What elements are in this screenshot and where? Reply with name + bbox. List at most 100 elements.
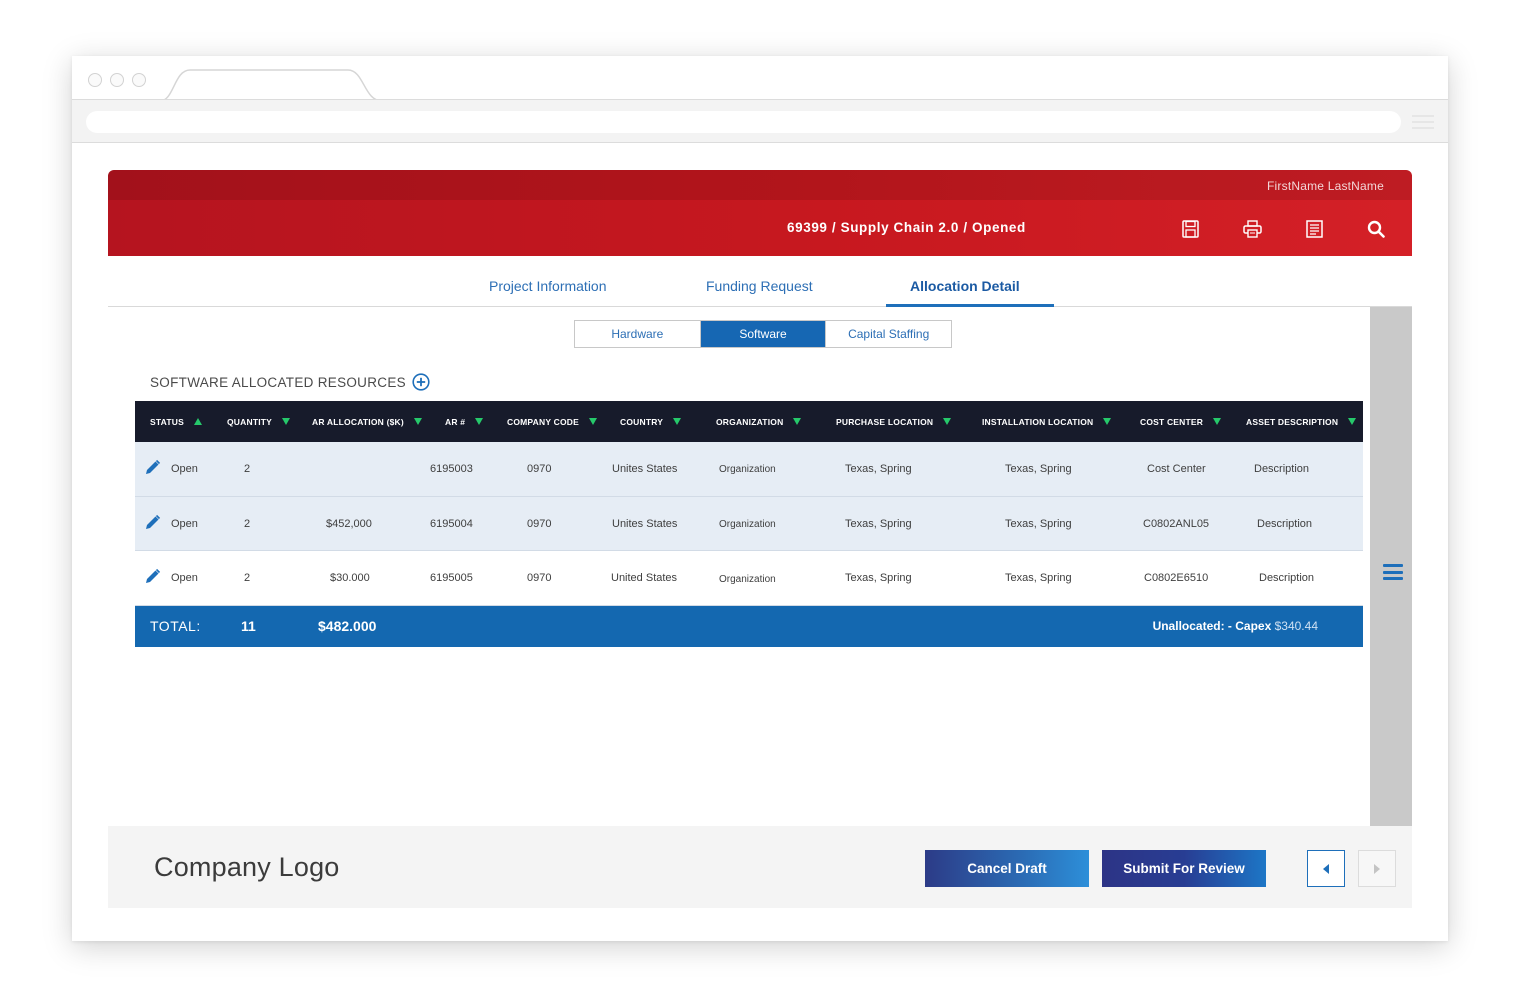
browser-menu-icon[interactable] [1412,115,1434,129]
cell-asset-description: Description [1254,463,1310,475]
column-header-country[interactable]: COUNTRY [620,401,682,442]
cell-company-code: 0970 [527,572,552,584]
cell-cost-center: C0802ANL05 [1143,517,1210,530]
minimize-window-button[interactable] [110,73,124,87]
cell-asset-description: Description [1257,517,1313,530]
column-label: AR ALLOCATION ($K) [312,416,404,427]
browser-toolbar [72,99,1448,143]
sort-descending-icon [282,418,291,425]
subtab-software[interactable]: Software [700,321,827,347]
submit-for-review-button[interactable]: Submit For Review [1102,850,1266,887]
cell-purchase-location: Texas, Spring [845,463,912,475]
app-container: FirstName LastName 69399 / Supply Chain … [108,170,1412,908]
sort-descending-icon [943,418,952,425]
window-controls [88,73,146,87]
cell-ar-number: 6195003 [430,463,473,475]
app-footer: Company Logo Cancel Draft Submit For Rev… [108,826,1412,908]
sort-descending-icon [475,418,484,425]
subtab-hardware[interactable]: Hardware [575,321,701,347]
cell-country: Unites States [612,517,678,530]
unallocated-summary: Unallocated: - Capex $340.44 [1153,619,1318,633]
sort-descending-icon [1348,418,1357,425]
column-label: PURCHASE LOCATION [836,416,934,427]
column-header-organization[interactable]: ORGANIZATION [716,401,802,442]
total-quantity: 11 [241,617,256,634]
cell-purchase-location: Texas, Spring [845,572,912,584]
cell-country: Unites States [612,463,678,475]
browser-tab[interactable] [160,68,382,101]
header-actions [1180,219,1386,239]
cell-company-code: 0970 [527,517,552,530]
app-header: FirstName LastName 69399 / Supply Chain … [108,170,1412,256]
sort-descending-icon [673,418,682,425]
edit-pencil-icon[interactable] [144,459,161,476]
print-icon[interactable] [1242,219,1262,239]
table-row[interactable]: Open 2 $452,000 6195004 0970 Unites Stat… [135,496,1363,551]
column-header-ar-number[interactable]: AR # [445,401,484,442]
tab-funding-request[interactable]: Funding Request [706,278,813,294]
allocation-content: Hardware Software Capital Staffing SOFTW… [108,307,1370,826]
column-label: COST CENTER [1140,416,1204,427]
cancel-draft-button[interactable]: Cancel Draft [925,850,1089,887]
cell-organization: Organization [719,573,776,585]
column-header-company-code[interactable]: COMPANY CODE [507,401,597,442]
tab-allocation-detail[interactable]: Allocation Detail [910,278,1020,294]
save-icon[interactable] [1180,219,1200,239]
allocation-table: STATUS QUANTITY AR ALLOCATION ($K) AR # … [135,401,1363,647]
column-label: COMPANY CODE [507,416,579,427]
document-icon[interactable] [1304,219,1324,239]
column-label: COUNTRY [620,416,664,427]
project-title: 69399 / Supply Chain 2.0 / Opened [787,220,1026,235]
cell-organization: Organization [719,463,776,475]
column-header-status[interactable]: STATUS [150,401,202,442]
next-page-button[interactable] [1358,850,1396,887]
maximize-window-button[interactable] [132,73,146,87]
total-amount: $482.000 [318,617,377,634]
tab-project-information[interactable]: Project Information [489,278,607,294]
column-header-asset-description[interactable]: ASSET DESCRIPTION [1246,401,1357,442]
table-row[interactable]: Open 2 6195003 0970 Unites States Organi… [135,442,1363,497]
column-header-quantity[interactable]: QUANTITY [227,401,291,442]
previous-page-button[interactable] [1307,850,1345,887]
section-title: SOFTWARE ALLOCATED RESOURCES [150,375,406,390]
total-label: TOTAL: [150,617,201,634]
column-label: AR # [445,416,466,427]
add-resource-icon[interactable] [412,373,430,391]
cell-ar-allocation: $30.000 [330,572,370,584]
browser-title-bar [72,56,1448,101]
edit-pencil-icon[interactable] [144,568,161,585]
side-menu-icon[interactable] [1383,564,1403,580]
column-label: ASSET DESCRIPTION [1246,416,1339,427]
cell-asset-description: Description [1259,572,1315,584]
table-header: STATUS QUANTITY AR ALLOCATION ($K) AR # … [135,401,1363,442]
column-label: INSTALLATION LOCATION [982,416,1094,427]
caret-left-icon [1323,863,1329,874]
search-icon[interactable] [1366,219,1386,239]
resource-type-tabs: Hardware Software Capital Staffing [574,320,952,348]
column-header-installation-location[interactable]: INSTALLATION LOCATION [982,401,1112,442]
cell-quantity: 2 [244,517,251,530]
subtab-capital-staffing[interactable]: Capital Staffing [826,321,951,347]
cell-cost-center: Cost Center [1147,463,1206,475]
cell-status: Open [171,463,198,475]
company-logo: Company Logo [154,852,340,882]
main-tabs: Project Information Funding Request Allo… [108,256,1412,307]
close-window-button[interactable] [88,73,102,87]
column-header-ar-allocation[interactable]: AR ALLOCATION ($K) [312,401,422,442]
sort-descending-icon [1213,418,1222,425]
user-name[interactable]: FirstName LastName [1267,179,1384,193]
sort-ascending-icon [193,418,202,425]
column-header-purchase-location[interactable]: PURCHASE LOCATION [836,401,952,442]
caret-right-icon [1374,863,1380,874]
cell-status: Open [171,572,198,584]
cell-quantity: 2 [244,463,251,475]
cell-ar-allocation: $452,000 [326,517,372,530]
edit-pencil-icon[interactable] [144,514,161,531]
sort-descending-icon [588,418,597,425]
cell-country: United States [611,572,678,584]
cell-purchase-location: Texas, Spring [845,517,912,530]
unallocated-value: $340.44 [1274,618,1318,633]
column-header-cost-center[interactable]: COST CENTER [1140,401,1222,442]
table-row[interactable]: Open 2 $30.000 6195005 0970 United State… [135,551,1363,606]
address-bar[interactable] [86,111,1401,133]
